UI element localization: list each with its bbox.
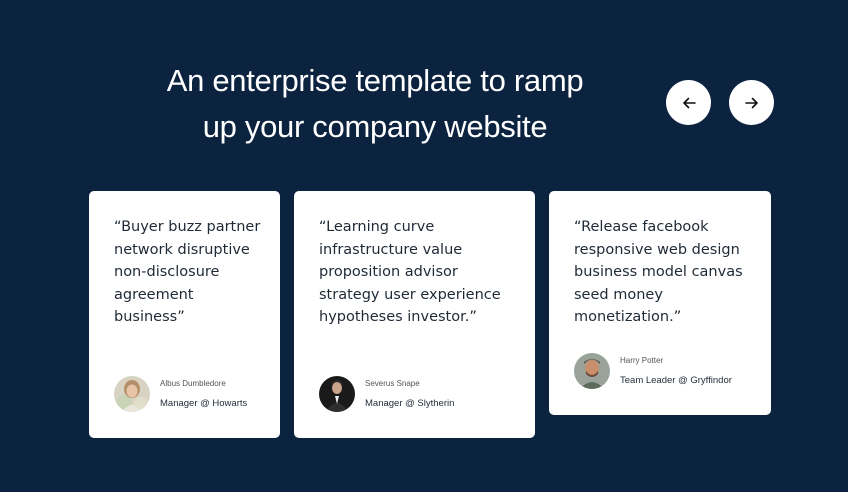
testimonial-quote: “Buyer buzz partner network disruptive n… xyxy=(114,219,261,325)
avatar xyxy=(574,353,610,389)
testimonial-card: “Buyer buzz partner network disruptive n… xyxy=(89,191,280,438)
testimonial-card: “Release facebook responsive web design … xyxy=(549,191,771,415)
author-name: Severus Snape xyxy=(365,379,420,388)
section-heading: An enterprise template to ramp up your c… xyxy=(140,58,610,150)
author-name: Albus Dumbledore xyxy=(160,379,226,388)
author-name: Harry Potter xyxy=(620,356,664,365)
heading-line-1: An enterprise template to ramp xyxy=(166,63,584,98)
testimonial-quote: “Learning curve infrastructure value pro… xyxy=(319,219,501,325)
author-role: Team Leader @ Gryffindor xyxy=(620,375,732,386)
testimonial-author: Harry Potter Team Leader @ Gryffindor xyxy=(574,353,732,389)
arrow-left-icon xyxy=(682,97,696,108)
avatar xyxy=(114,376,150,412)
next-button[interactable] xyxy=(729,80,774,125)
avatar xyxy=(319,376,355,412)
previous-button[interactable] xyxy=(666,80,711,125)
testimonial-author: Severus Snape Manager @ Slytherin xyxy=(319,376,454,412)
testimonial-card: “Learning curve infrastructure value pro… xyxy=(294,191,535,438)
testimonial-quote: “Release facebook responsive web design … xyxy=(574,219,743,325)
testimonial-author: Albus Dumbledore Manager @ Howarts xyxy=(114,376,247,412)
arrow-right-icon xyxy=(744,97,758,108)
heading-line-2: up your company website xyxy=(202,109,548,144)
author-role: Manager @ Howarts xyxy=(160,398,248,409)
author-role: Manager @ Slytherin xyxy=(365,398,455,409)
